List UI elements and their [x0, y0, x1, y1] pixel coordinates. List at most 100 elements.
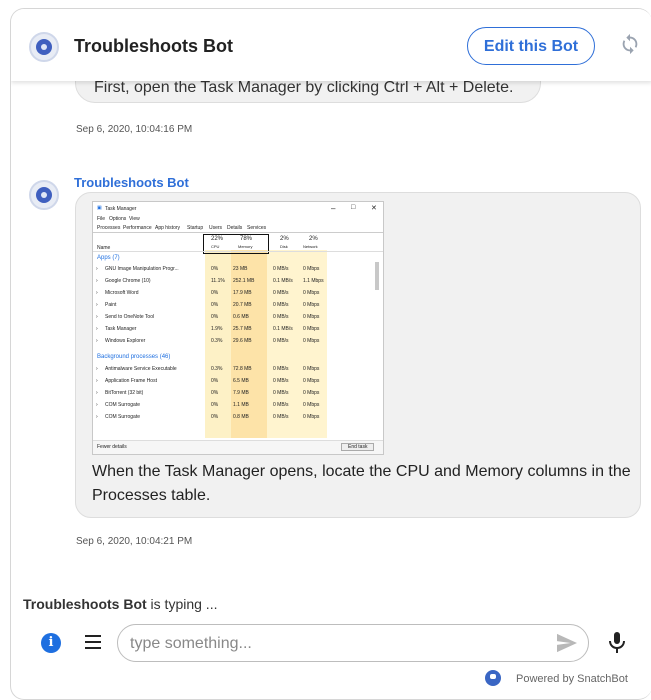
- expand-chevron-icon: ›: [96, 338, 98, 344]
- process-name: Paint: [105, 302, 117, 308]
- process-name: Microsoft Word: [105, 290, 139, 296]
- process-disk: 0 MB/s: [273, 314, 289, 320]
- fewer-details-link: Fewer details: [97, 444, 127, 450]
- disk-percent: 2%: [280, 236, 289, 242]
- process-row: › COM Surrogate 0% 0.8 MB 0 MB/s 0 Mbps: [93, 412, 383, 423]
- process-cpu: 0.3%: [211, 366, 223, 372]
- process-network: 0 Mbps: [303, 326, 320, 332]
- disk-label: Disk: [280, 244, 288, 249]
- process-disk: 0.1 MB/s: [273, 326, 293, 332]
- expand-chevron-icon: ›: [96, 378, 98, 384]
- expand-chevron-icon: ›: [96, 302, 98, 308]
- tm-menu-options: Options: [109, 216, 127, 222]
- window-icon: ▣: [97, 205, 102, 211]
- expand-chevron-icon: ›: [96, 278, 98, 284]
- message-input[interactable]: type something...: [117, 624, 589, 662]
- process-memory: 7.9 MB: [233, 390, 249, 396]
- chat-header: Troubleshoots Bot Edit this Bot: [11, 9, 651, 81]
- expand-chevron-icon: ›: [96, 390, 98, 396]
- bot-message-text: When the Task Manager opens, locate the …: [92, 463, 631, 504]
- process-network: 0 Mbps: [303, 402, 320, 408]
- process-memory: 72.8 MB: [233, 366, 252, 372]
- tm-tab-processes: Processes: [97, 225, 121, 231]
- process-disk: 0 MB/s: [273, 290, 289, 296]
- process-disk: 0 MB/s: [273, 390, 289, 396]
- expand-chevron-icon: ›: [96, 314, 98, 320]
- cpu-label: CPU: [211, 244, 220, 249]
- process-name: Send to OneNote Tool: [105, 314, 155, 320]
- bot-message-bubble: ▣ Task Manager – □ ✕ File Options View P…: [75, 192, 641, 518]
- end-task-button: End task: [341, 443, 375, 451]
- process-row: › Task Manager 1.9% 25.7 MB 0.1 MB/s 0 Mbps: [93, 324, 383, 335]
- process-row: › Paint 0% 20.7 MB 0 MB/s 0 Mbps: [93, 300, 383, 311]
- process-row: › Microsoft Word 0% 17.9 MB 0 MB/s 0 Mbps: [93, 288, 383, 299]
- process-name: Task Manager: [105, 326, 137, 332]
- apps-group-header: Apps (7): [97, 255, 120, 261]
- network-percent: 2%: [309, 236, 318, 242]
- background-group-header: Background processes (46): [97, 354, 171, 360]
- process-row: › BitTorrent (32 bit) 0% 7.9 MB 0 MB/s 0 Mbps: [93, 388, 383, 399]
- process-disk: 0 MB/s: [273, 266, 289, 272]
- process-cpu: 0%: [211, 402, 219, 408]
- process-network: 0 Mbps: [303, 390, 320, 396]
- process-memory: 25.7 MB: [233, 326, 252, 332]
- microphone-icon[interactable]: [605, 630, 629, 656]
- refresh-icon[interactable]: [619, 33, 641, 61]
- message-timestamp: Sep 6, 2020, 10:04:21 PM: [76, 536, 193, 547]
- process-memory: 1.1 MB: [233, 402, 249, 408]
- process-row: › Send to OneNote Tool 0% 0.6 MB 0 MB/s 0 Mbp…: [93, 312, 383, 323]
- tm-tab-performance: Performance: [123, 225, 152, 231]
- process-cpu: 0%: [211, 390, 219, 396]
- typing-indicator: Troubleshoots Bot is typing ...: [23, 596, 217, 612]
- expand-chevron-icon: ›: [96, 266, 98, 272]
- process-cpu: 0.3%: [211, 338, 223, 344]
- menu-icon[interactable]: [85, 635, 101, 653]
- process-network: 0 Mbps: [303, 302, 320, 308]
- edit-bot-button[interactable]: Edit this Bot: [467, 27, 595, 65]
- tm-tab-services: Services: [247, 225, 267, 231]
- process-memory: 29.6 MB: [233, 338, 252, 344]
- process-memory: 17.9 MB: [233, 290, 252, 296]
- tm-tab-users: Users: [209, 225, 223, 231]
- close-icon: ✕: [371, 205, 377, 212]
- memory-label: Memory: [238, 244, 253, 249]
- process-memory: 23 MB: [233, 266, 248, 272]
- process-name: Windows Explorer: [105, 338, 146, 344]
- process-memory: 0.6 MB: [233, 314, 249, 320]
- process-row: › Antimalware Service Executable 0.3% 72.8 …: [93, 364, 383, 375]
- process-network: 0 Mbps: [303, 414, 320, 420]
- message-sender: Troubleshoots Bot: [74, 175, 189, 190]
- process-row: › Application Frame Host 0% 6.5 MB 0 MB/s 0 M…: [93, 376, 383, 387]
- send-icon[interactable]: [556, 633, 578, 653]
- previous-message-text: First, open the Task Manager by clicking…: [94, 79, 514, 96]
- process-disk: 0 MB/s: [273, 378, 289, 384]
- expand-chevron-icon: ›: [96, 402, 98, 408]
- tm-scrollbar: [375, 262, 379, 290]
- process-network: 1.1 Mbps: [303, 278, 324, 284]
- typing-bot-name: Troubleshoots Bot: [23, 596, 147, 612]
- process-disk: 0 MB/s: [273, 302, 289, 308]
- bot-name: Troubleshoots Bot: [74, 36, 233, 56]
- maximize-icon: □: [351, 204, 356, 211]
- process-name: Application Frame Host: [105, 378, 157, 384]
- powered-by-link[interactable]: Powered by SnatchBot: [516, 673, 628, 685]
- process-cpu: 11.1%: [211, 278, 225, 284]
- tm-tab-details: Details: [227, 225, 243, 231]
- info-icon[interactable]: i: [41, 633, 61, 653]
- composer: i type something...: [11, 624, 651, 664]
- chat-window: Troubleshoots Bot Edit this Bot First, o…: [10, 8, 651, 700]
- process-name: BitTorrent (32 bit): [105, 390, 144, 396]
- process-name: COM Surrogate: [105, 402, 141, 408]
- process-name: Antimalware Service Executable: [105, 366, 177, 372]
- process-memory: 0.8 MB: [233, 414, 249, 420]
- process-name: COM Surrogate: [105, 414, 141, 420]
- process-network: 0 Mbps: [303, 290, 320, 296]
- process-name: Google Chrome (10): [105, 278, 151, 284]
- process-cpu: 0%: [211, 378, 219, 384]
- snatchbot-logo-icon: [485, 670, 501, 686]
- process-cpu: 0%: [211, 290, 219, 296]
- expand-chevron-icon: ›: [96, 290, 98, 296]
- process-row: › Google Chrome (10) 11.1% 252.1 MB 0.1 MB/s…: [93, 276, 383, 287]
- process-network: 0 Mbps: [303, 338, 320, 344]
- process-cpu: 1.9%: [211, 326, 223, 332]
